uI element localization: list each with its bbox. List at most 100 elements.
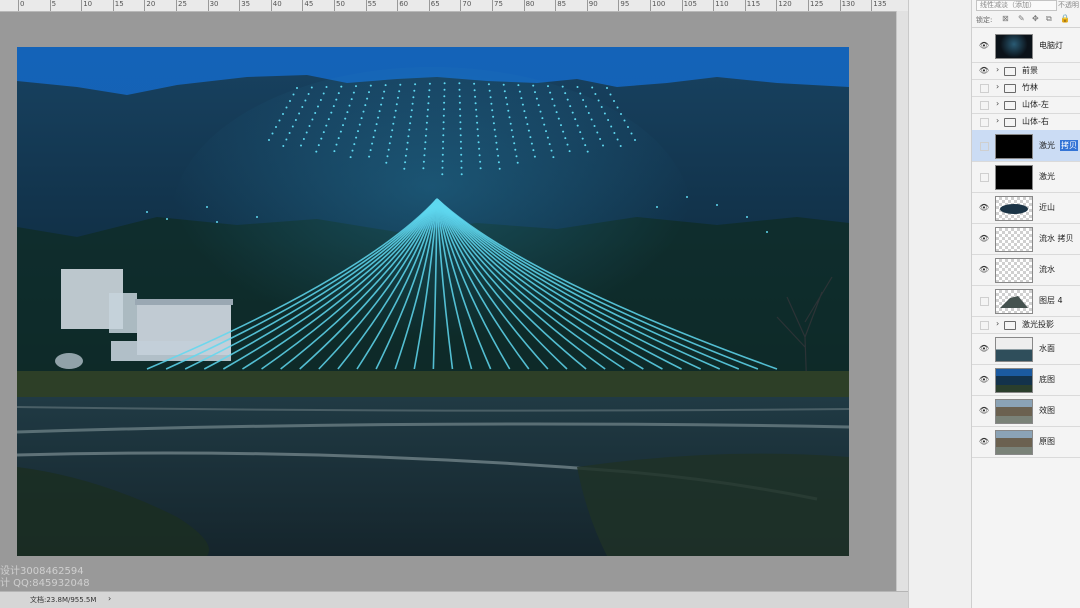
layer-name: 水面 [1039, 344, 1055, 353]
lock-transparent-icon[interactable]: ⊠ [1002, 14, 1009, 23]
light-dot [473, 82, 476, 85]
eye-icon[interactable]: 👁 [978, 66, 990, 76]
light-dot [410, 109, 413, 112]
light-dot [537, 104, 540, 107]
visibility-toggle[interactable] [980, 84, 989, 93]
light-dot [498, 167, 501, 170]
layer-row[interactable]: › 竹林 [972, 79, 1080, 97]
layer-name: 原图 [1039, 437, 1055, 446]
light-dot [515, 155, 518, 158]
light-dot [335, 98, 338, 101]
light-dot [610, 125, 613, 128]
document-image[interactable] [17, 47, 849, 556]
lock-artboard-icon[interactable]: ⧉ [1046, 14, 1052, 24]
light-dot [479, 160, 482, 163]
lock-move-icon[interactable]: ✥ [1032, 14, 1039, 23]
chevron-right-icon[interactable]: › [996, 116, 999, 125]
layer-row[interactable]: 👁 效图 [972, 395, 1080, 427]
light-dot [568, 150, 571, 153]
eye-icon[interactable]: 👁 [978, 344, 990, 354]
light-dot [146, 211, 148, 213]
layer-row[interactable]: › 山体-左 [972, 96, 1080, 114]
visibility-toggle[interactable] [980, 101, 989, 110]
chevron-right-icon[interactable]: › [996, 65, 999, 74]
layer-thumbnail [995, 134, 1033, 159]
visibility-toggle[interactable] [980, 142, 989, 151]
eye-icon[interactable]: 👁 [978, 234, 990, 244]
visibility-toggle[interactable] [980, 297, 989, 306]
layer-thumbnail [995, 196, 1033, 221]
eye-icon[interactable]: 👁 [978, 41, 990, 51]
chevron-right-icon[interactable]: › [996, 82, 999, 91]
light-dot [502, 83, 505, 86]
layer-row[interactable]: 👁 流水 拷贝 [972, 223, 1080, 255]
layer-row[interactable]: 👁 流水 [972, 254, 1080, 286]
layer-row[interactable]: › 激光投影 [972, 316, 1080, 334]
light-dot [441, 160, 444, 163]
layer-row[interactable]: 激光 拷贝 [972, 130, 1080, 162]
light-dot [425, 128, 428, 131]
lock-brush-icon[interactable]: ✎ [1018, 14, 1025, 23]
visibility-toggle[interactable] [980, 321, 989, 330]
layer-row[interactable]: › 山体-右 [972, 113, 1080, 131]
light-dot [602, 144, 604, 147]
layer-row[interactable]: 👁 近山 [972, 192, 1080, 224]
light-dot [566, 143, 569, 146]
eye-icon[interactable]: 👁 [978, 203, 990, 213]
light-dot [521, 103, 524, 106]
light-dot [716, 204, 718, 206]
light-dot [569, 105, 572, 108]
light-dot [551, 98, 554, 101]
visibility-toggle[interactable] [980, 118, 989, 127]
light-dot [613, 100, 615, 102]
light-dot [524, 116, 527, 119]
blend-mode-select[interactable]: 线性减淡（添加） [976, 0, 1057, 11]
eye-icon[interactable]: 👁 [978, 375, 990, 385]
layer-name-edit-field[interactable]: 拷贝 [1060, 140, 1078, 151]
light-dot [555, 111, 558, 114]
light-dot [458, 95, 461, 98]
light-dot [609, 93, 612, 96]
light-dot [460, 166, 463, 169]
layer-row[interactable]: 👁 电脑灯 [972, 30, 1080, 63]
light-dot [282, 113, 284, 115]
light-dot [473, 89, 476, 92]
layer-row[interactable]: 👁 底图 [972, 364, 1080, 396]
light-dot [520, 97, 523, 100]
light-dot [369, 84, 372, 87]
light-dot [514, 148, 517, 151]
light-dot [543, 123, 546, 126]
layer-name: 激光 [1039, 172, 1055, 181]
light-dot [458, 101, 461, 104]
light-dot [620, 113, 622, 115]
light-dot [388, 142, 391, 145]
light-dot [460, 147, 462, 150]
eye-icon[interactable]: 👁 [978, 437, 990, 447]
chevron-right-icon[interactable]: › [996, 319, 999, 328]
folder-icon [1004, 84, 1016, 93]
light-dot [305, 131, 308, 134]
light-dot [584, 144, 587, 147]
lock-all-icon[interactable]: 🔒 [1060, 14, 1070, 23]
layer-row[interactable]: 👁 原图 [972, 426, 1080, 458]
light-dot [488, 89, 491, 92]
ruler-tick: 65 [428, 0, 440, 11]
status-menu-arrow-icon[interactable]: › [108, 594, 111, 603]
layer-row[interactable]: 图层 4 [972, 285, 1080, 317]
document-size: 文档:23.8M/955.5M [30, 596, 97, 604]
light-dot [509, 122, 512, 125]
visibility-toggle[interactable] [980, 173, 989, 182]
layer-row[interactable]: 👁 › 前景 [972, 62, 1080, 80]
canvas-area[interactable]: 0 5 10 15 20 25 30 35 40 45 50 55 60 65 70 75 80 85 90 95 10… [0, 0, 908, 608]
chevron-right-icon[interactable]: › [996, 99, 999, 108]
vertical-scrollbar[interactable] [896, 11, 908, 591]
status-bar: 文档:23.8M/955.5M › [0, 591, 908, 608]
eye-icon[interactable]: 👁 [978, 406, 990, 416]
light-dot [566, 98, 569, 101]
eye-icon[interactable]: 👁 [978, 265, 990, 275]
light-dot [357, 130, 359, 133]
light-dot [619, 145, 622, 147]
layer-row[interactable]: 👁 水面 [972, 333, 1080, 365]
layer-row[interactable]: 激光 [972, 161, 1080, 193]
layer-name: 山体-左 [1022, 100, 1049, 109]
